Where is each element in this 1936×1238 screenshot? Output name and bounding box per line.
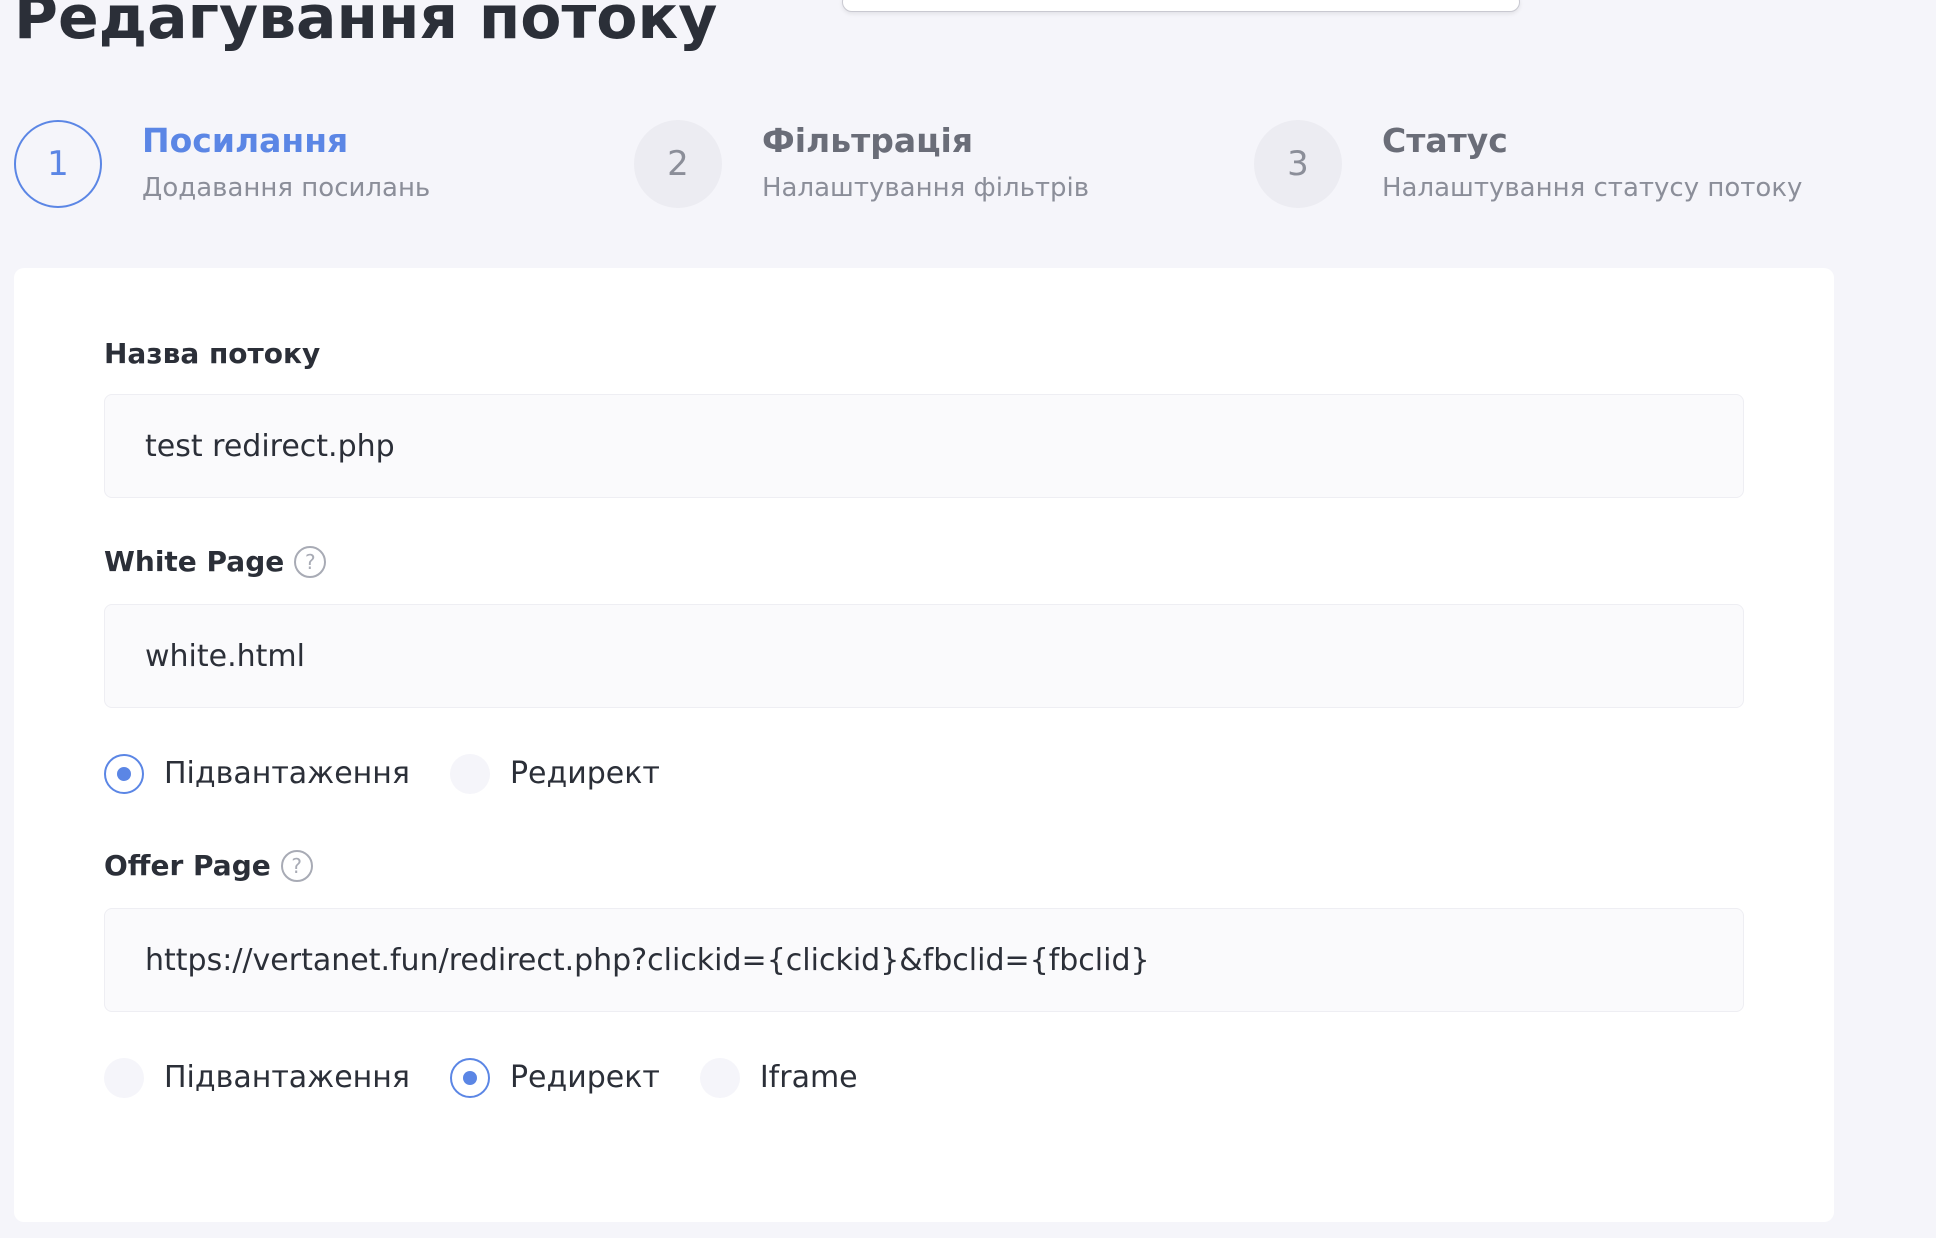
step-subtitle: Налаштування статусу потоку <box>1382 173 1803 203</box>
offer-page-radio-preload[interactable]: Підвантаження <box>104 1058 410 1098</box>
stream-name-input[interactable] <box>104 394 1744 498</box>
radio-label: Підвантаження <box>164 1060 410 1095</box>
step-number-circle: 3 <box>1254 120 1342 208</box>
white-page-radio-preload[interactable]: Підвантаження <box>104 754 410 794</box>
radio-button-checked[interactable] <box>104 754 144 794</box>
radio-label: Редирект <box>509 1060 660 1095</box>
offer-page-label-text: Offer Page <box>104 849 271 882</box>
radio-button[interactable] <box>449 754 490 794</box>
radio-button[interactable] <box>104 1058 144 1098</box>
step-number-circle: 1 <box>14 120 102 208</box>
radio-label: Підвантаження <box>164 756 410 791</box>
offer-page-radio-redirect[interactable]: Редирект <box>449 1058 660 1098</box>
step-title: Фільтрація <box>762 121 974 160</box>
white-page-radio-redirect[interactable]: Редирект <box>449 754 660 794</box>
radio-label: Iframe <box>759 1060 858 1095</box>
offer-page-radio-iframe[interactable]: Iframe <box>699 1058 858 1098</box>
question-help-icon[interactable]: ? <box>280 850 313 882</box>
radio-label: Редирект <box>509 756 660 791</box>
step-number-circle: 2 <box>634 120 722 208</box>
page-title: Редагування потоку <box>14 0 718 53</box>
stream-name-label: Назва потоку <box>104 334 320 374</box>
offer-page-label: Offer Page ? <box>104 846 313 886</box>
stepper: 1 Посилання Додавання посилань 2 Фільтра… <box>0 118 1936 210</box>
form-card: Назва потоку White Page ? Підвантаження … <box>14 268 1834 1222</box>
dropdown-popup-edge <box>842 0 1520 12</box>
radio-button[interactable] <box>699 1058 740 1098</box>
step-title: Статус <box>1382 121 1508 160</box>
radio-button-checked[interactable] <box>449 1058 490 1098</box>
white-page-label-text: White Page <box>104 545 285 578</box>
offer-page-mode-radio-group: Підвантаження Редирект Iframe <box>104 1054 898 1102</box>
offer-page-input[interactable] <box>104 908 1744 1012</box>
white-page-mode-radio-group: Підвантаження Редирект <box>104 750 700 798</box>
white-page-label: White Page ? <box>104 542 327 582</box>
stream-name-label-text: Назва потоку <box>104 337 321 370</box>
step-subtitle: Додавання посилань <box>142 173 431 203</box>
step-subtitle: Налаштування фільтрів <box>762 173 1090 203</box>
white-page-input[interactable] <box>104 604 1744 708</box>
step-title: Посилання <box>142 121 349 160</box>
question-help-icon[interactable]: ? <box>294 546 327 578</box>
